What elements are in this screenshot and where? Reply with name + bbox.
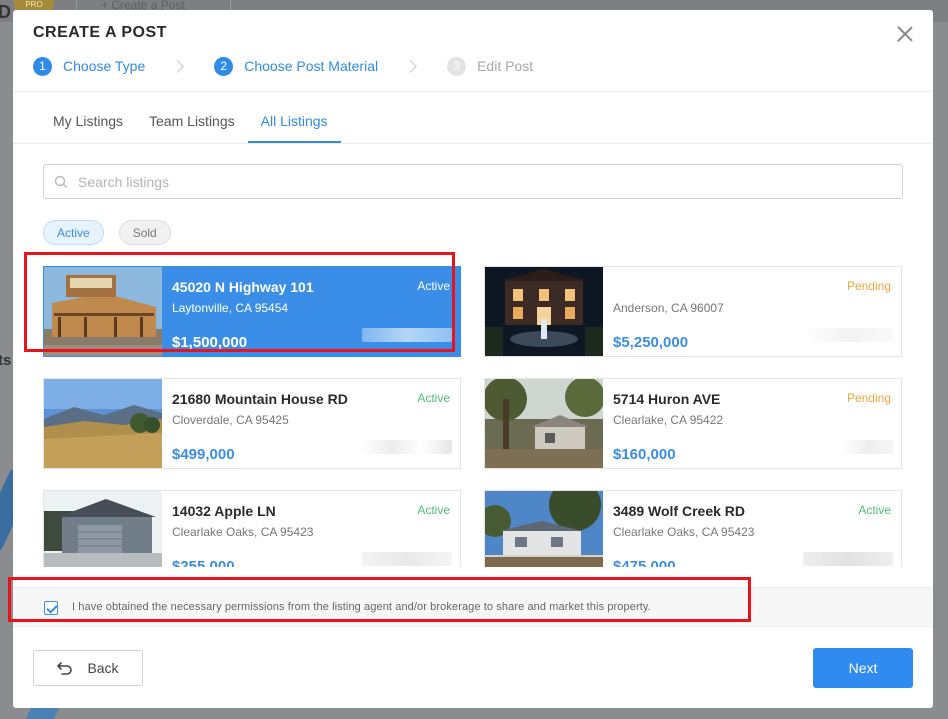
listing-address: 21680 Mountain House RD [172, 391, 348, 407]
listing-address: 14032 Apple LN [172, 503, 276, 519]
status-badge: Pending [846, 279, 891, 293]
listing-city: Anderson, CA 96007 [613, 301, 724, 315]
listing-tabs: My Listings Team Listings All Listings [40, 92, 341, 143]
consent-row: I have obtained the necessary permission… [13, 587, 933, 627]
next-button[interactable]: Next [813, 648, 913, 688]
listing-card-body: 21680 Mountain House RD Cloverdale, CA 9… [162, 379, 460, 468]
status-badge: Active [858, 503, 891, 517]
background-fragment-text: ts [0, 352, 12, 369]
listing-city: Clearlake Oaks, CA 95423 [172, 525, 314, 539]
blurred-agent-info [843, 440, 893, 454]
step-number: 3 [447, 56, 467, 76]
listing-card-body: Anderson, CA 96007 $5,250,000 Pending [603, 267, 901, 356]
listing-card[interactable]: 3489 Wolf Creek RD Clearlake Oaks, CA 95… [484, 490, 902, 567]
status-badge: Pending [846, 391, 891, 405]
status-badge: Active [417, 391, 450, 405]
background-fragment-text: D [0, 2, 11, 22]
motel-building-photo [44, 267, 162, 356]
listing-card[interactable]: 5714 Huron AVE Clearlake, CA 95422 $160,… [484, 378, 902, 469]
search-icon [54, 175, 68, 188]
blurred-agent-info [803, 552, 893, 566]
house-garage-photo [44, 491, 162, 567]
modal-title: CREATE A POST [33, 24, 167, 41]
step-label: Choose Type [63, 58, 146, 74]
listing-card[interactable]: 14032 Apple LN Clearlake Oaks, CA 95423 … [43, 490, 461, 567]
chevron-right-icon [171, 59, 185, 73]
blurred-agent-info [362, 328, 452, 342]
listing-city: Laytonville, CA 95454 [172, 301, 289, 315]
listing-card[interactable]: Anderson, CA 96007 $5,250,000 Pending [484, 266, 902, 357]
search-input[interactable] [78, 173, 858, 190]
listing-card-body: 14032 Apple LN Clearlake Oaks, CA 95423 … [162, 491, 460, 567]
back-button[interactable]: Back [33, 650, 143, 686]
listing-address: 3489 Wolf Creek RD [613, 503, 746, 519]
step-number: 1 [33, 56, 52, 76]
status-badge: Active [417, 503, 450, 517]
tab-my-listings[interactable]: My Listings [40, 92, 136, 143]
consent-text: I have obtained the necessary permission… [72, 601, 651, 613]
step-label: Edit Post [477, 58, 534, 74]
listing-card-body: 3489 Wolf Creek RD Clearlake Oaks, CA 95… [603, 491, 901, 567]
stepper: 1 Choose Type 2 Choose Post Material 3 E… [33, 56, 533, 76]
pro-badge: PRO [14, 0, 54, 10]
filter-active[interactable]: Active [43, 220, 104, 245]
listing-card-body: 45020 N Highway 101 Laytonville, CA 9545… [162, 267, 460, 356]
tab-all-listings[interactable]: All Listings [247, 92, 341, 143]
undo-arrow-icon [57, 662, 73, 675]
close-icon[interactable] [895, 24, 915, 44]
step-edit-post[interactable]: 3 Edit Post [447, 56, 534, 76]
back-button-label: Back [87, 660, 119, 676]
night-mansion-fountain-photo [485, 267, 603, 356]
listing-city: Cloverdale, CA 95425 [172, 413, 289, 427]
hillside-meadow-photo [44, 379, 162, 468]
step-label: Choose Post Material [244, 58, 379, 74]
step-number: 2 [214, 56, 234, 76]
listing-address: 45020 N Highway 101 [172, 279, 314, 295]
consent-checkbox[interactable] [44, 601, 58, 615]
step-choose-post-material[interactable]: 2 Choose Post Material [214, 56, 379, 76]
status-badge: Active [417, 279, 450, 293]
blurred-agent-info [803, 328, 893, 342]
listing-card-body: 5714 Huron AVE Clearlake, CA 95422 $160,… [603, 379, 901, 468]
filter-sold[interactable]: Sold [118, 220, 171, 245]
fenced-house-photo [485, 491, 603, 567]
divider [13, 143, 933, 144]
status-filters: Active Sold [43, 220, 171, 245]
blurred-agent-info [362, 552, 452, 566]
trees-cabin-photo [485, 379, 603, 468]
tab-team-listings[interactable]: Team Listings [136, 92, 248, 143]
listings-grid[interactable]: 45020 N Highway 101 Laytonville, CA 9545… [13, 256, 933, 567]
step-choose-type[interactable]: 1 Choose Type [33, 56, 146, 76]
create-post-modal: CREATE A POST 1 Choose Type 2 Choose Pos… [13, 10, 933, 708]
listing-card[interactable]: 21680 Mountain House RD Cloverdale, CA 9… [43, 378, 461, 469]
search-box[interactable] [43, 164, 903, 199]
listing-city: Clearlake Oaks, CA 95423 [613, 525, 755, 539]
blurred-agent-info [362, 440, 452, 454]
listing-card[interactable]: 45020 N Highway 101 Laytonville, CA 9545… [43, 266, 461, 357]
chevron-right-icon [404, 59, 417, 73]
listing-city: Clearlake, CA 95422 [613, 413, 724, 427]
